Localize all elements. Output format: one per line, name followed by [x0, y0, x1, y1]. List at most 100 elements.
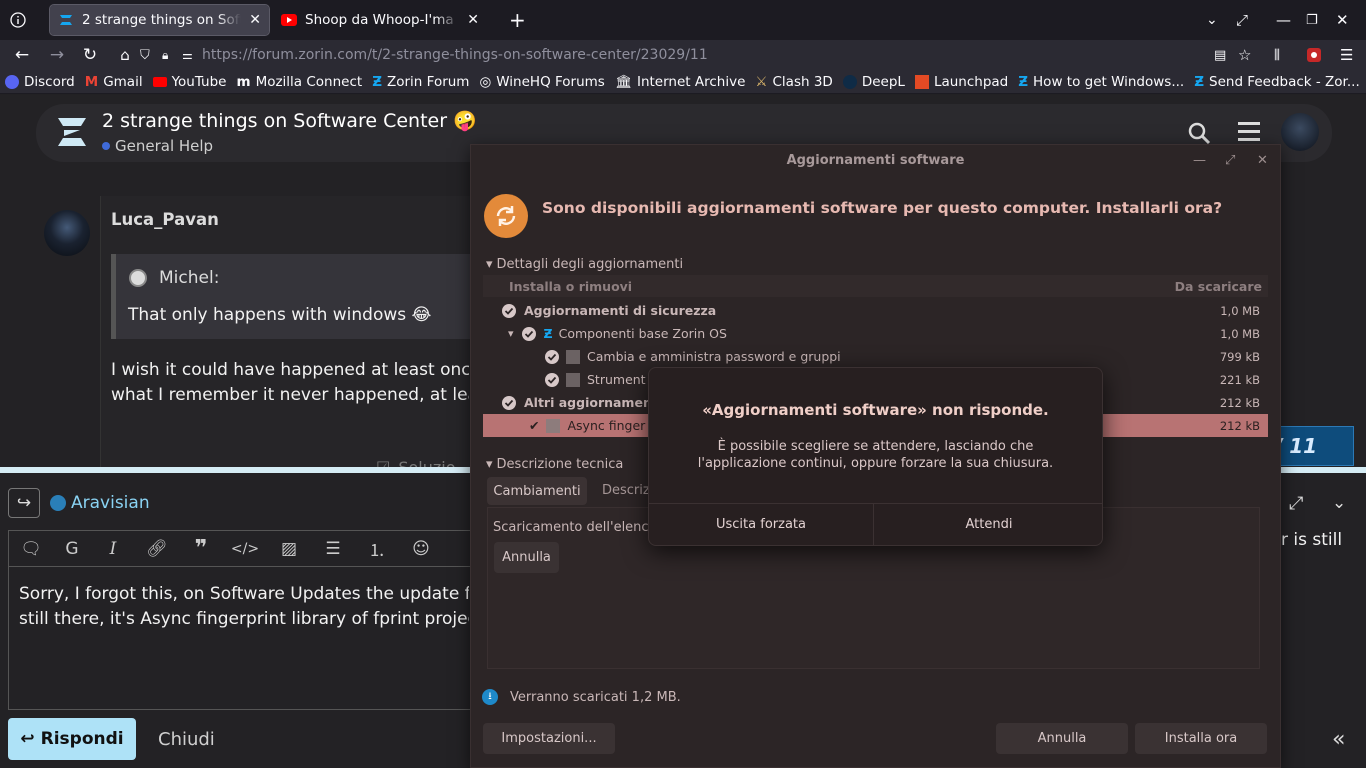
extension-icon[interactable]	[1306, 47, 1340, 63]
col-download[interactable]: Da scaricare	[1175, 279, 1262, 294]
update-row[interactable]: Cambia e amministra password e gruppi 79…	[483, 345, 1268, 368]
bookmark-zorin-forum[interactable]: Ƶ Zorin Forum	[367, 74, 474, 90]
update-row[interactable]: Aggiornamenti di sicurezza 1,0 MB	[483, 299, 1268, 322]
bookmark-discord[interactable]: Discord	[0, 74, 80, 90]
lock-icon[interactable]: 🔒︎	[162, 48, 182, 63]
quote-text: That only happens with windows 😂	[128, 305, 432, 325]
loading-text: Scaricamento dell'elenco	[493, 520, 657, 535]
expander-arrow-icon: ▾	[486, 257, 493, 272]
preview-toggle-icon[interactable]: «	[1332, 727, 1345, 752]
close-window-icon[interactable]: ✕	[1336, 11, 1366, 29]
settings-button[interactable]: Impostazioni...	[483, 723, 615, 754]
list-tabs-icon[interactable]: ⌄	[1206, 12, 1236, 28]
post-avatar[interactable]	[44, 210, 90, 256]
url-host: https://forum.zorin.com	[202, 47, 368, 63]
tab-description[interactable]: Descriz	[602, 483, 650, 498]
updater-headline: Sono disponibili aggiornamenti software …	[542, 199, 1223, 217]
forward-icon[interactable]: →	[44, 45, 70, 65]
bookmark-windows[interactable]: Ƶ How to get Windows...	[1013, 74, 1189, 90]
tab-active[interactable]: 2 strange things on Software Center ✕	[49, 4, 270, 36]
home-icon[interactable]: ⌂	[110, 46, 140, 64]
menu-icon[interactable]: ☰	[1340, 46, 1366, 64]
library-icon[interactable]: ⫼	[1274, 48, 1306, 63]
collapse-composer-icon[interactable]: ⌄	[1332, 493, 1346, 513]
bold-icon[interactable]: G	[53, 539, 91, 559]
minimize-icon[interactable]: —	[1276, 11, 1306, 29]
back-icon[interactable]: ←	[0, 45, 44, 65]
update-row[interactable]: ▾ Ƶ Componenti base Zorin OS 1,0 MB	[483, 322, 1268, 345]
url-path: /t/2-strange-things-on-software-center/2…	[367, 47, 708, 63]
col-install[interactable]: Installa o rimuovi	[509, 279, 632, 294]
bookmark-clash-3d[interactable]: ⚔︎ Clash 3D	[750, 74, 837, 90]
emoji-icon[interactable]: ☺	[399, 539, 443, 559]
user-avatar[interactable]	[1281, 113, 1319, 151]
force-quit-button[interactable]: Uscita forzata	[649, 504, 874, 545]
bookmark-mozilla-connect[interactable]: m Mozilla Connect	[231, 74, 367, 90]
wait-button[interactable]: Attendi	[876, 504, 1102, 545]
checkbox-checked-icon[interactable]	[502, 303, 516, 318]
reply-to[interactable]: Aravisian	[50, 493, 150, 513]
checkbox-checked-icon[interactable]	[521, 326, 536, 341]
numbered-list-icon[interactable]: ⒈	[355, 536, 399, 561]
updater-minimize-icon[interactable]: —	[1193, 153, 1206, 168]
quote-avatar	[129, 269, 147, 287]
link-icon[interactable]: 🔗︎	[135, 539, 179, 559]
reply-button[interactable]: ↩ Rispondi	[8, 718, 136, 760]
details-expander[interactable]: ▾ Dettagli degli aggiornamenti	[486, 257, 683, 272]
zorin-logo-icon[interactable]	[52, 112, 92, 152]
tab-close-icon[interactable]: ✕	[249, 12, 261, 28]
alert-message: È possibile scegliere se attendere, lasc…	[697, 439, 1054, 471]
close-composer-link[interactable]: Chiudi	[158, 729, 215, 750]
download-icon: ⭳	[482, 689, 498, 705]
install-now-button[interactable]: Installa ora	[1135, 723, 1267, 754]
firefox-view-icon[interactable]	[0, 12, 36, 28]
code-icon[interactable]: </>	[223, 541, 267, 557]
checkbox-checked-icon[interactable]	[502, 395, 516, 410]
updater-close-icon[interactable]: ✕	[1257, 153, 1268, 168]
mozilla-icon: m	[236, 73, 251, 90]
reader-mode-icon[interactable]: ▤	[1214, 48, 1238, 63]
blockquote-icon[interactable]: ❞	[179, 536, 223, 561]
search-icon[interactable]	[1187, 121, 1211, 145]
bookmark-gmail[interactable]: M Gmail	[80, 74, 148, 90]
updater-title: Aggiornamenti software	[786, 153, 965, 168]
bookmark-send-feedback[interactable]: Ƶ Send Feedback - Zor...	[1189, 74, 1365, 90]
reply-icon: ↩	[20, 729, 35, 749]
fullscreen-composer-icon[interactable]: ⤢	[1289, 493, 1303, 514]
topic-title[interactable]: 2 strange things on Software Center 🤪	[102, 109, 477, 132]
bookmark-launchpad[interactable]: Launchpad	[910, 74, 1013, 90]
checkbox-checked-icon[interactable]	[545, 372, 559, 387]
timeline-progress[interactable]: / 11	[1270, 426, 1354, 466]
resize-icon[interactable]: ⤢	[1236, 11, 1276, 29]
checkmark-icon[interactable]: ✔	[529, 418, 539, 433]
post-author[interactable]: Luca_Pavan	[111, 210, 219, 229]
quote-bubble-icon[interactable]: 🗨︎	[9, 539, 53, 559]
maximize-icon[interactable]: ❐	[1306, 13, 1336, 28]
tab-youtube[interactable]: Shoop da Whoop-I'ma Firin ✕	[273, 5, 487, 35]
tab-close-icon[interactable]: ✕	[467, 12, 479, 28]
cancel-button[interactable]: Annulla	[996, 723, 1128, 754]
bullet-list-icon[interactable]: ☰	[311, 539, 355, 559]
category-badge[interactable]: General Help	[102, 137, 213, 155]
cancel-loading-button[interactable]: Annulla	[494, 542, 559, 573]
new-tab-icon[interactable]: +	[509, 8, 526, 32]
tab-changes[interactable]: Cambiamenti	[487, 477, 587, 505]
bookmark-youtube[interactable]: YouTube	[148, 74, 232, 90]
tree-expander-icon[interactable]: ▾	[508, 327, 514, 340]
italic-icon[interactable]: I	[91, 539, 135, 559]
updater-maximize-icon[interactable]: ⤢	[1225, 153, 1235, 168]
bookmark-deepl[interactable]: DeepL	[838, 74, 910, 90]
tech-expander[interactable]: ▾ Descrizione tecnica	[486, 457, 623, 472]
reload-icon[interactable]: ↻	[70, 45, 110, 65]
checkbox-checked-icon[interactable]	[545, 349, 559, 364]
image-icon[interactable]: ▨	[267, 539, 311, 559]
url-bar[interactable]: ⛉ 🔒︎ ⚌ https://forum.zorin.com/t/2-stran…	[140, 41, 1200, 69]
bookmarks-bar: Discord M Gmail YouTube m Mozilla Connect …	[0, 70, 1366, 94]
shield-icon[interactable]: ⛉	[140, 48, 162, 63]
bookmark-star-icon[interactable]: ☆	[1238, 46, 1274, 64]
bookmark-internet-archive[interactable]: 🏛︎ Internet Archive	[610, 74, 751, 90]
reply-action-button[interactable]: ↪	[8, 488, 40, 518]
hamburger-menu-icon[interactable]	[1238, 122, 1260, 141]
bookmark-winehq[interactable]: ◎ WineHQ Forums	[474, 74, 609, 90]
permissions-icon[interactable]: ⚌	[182, 48, 202, 62]
